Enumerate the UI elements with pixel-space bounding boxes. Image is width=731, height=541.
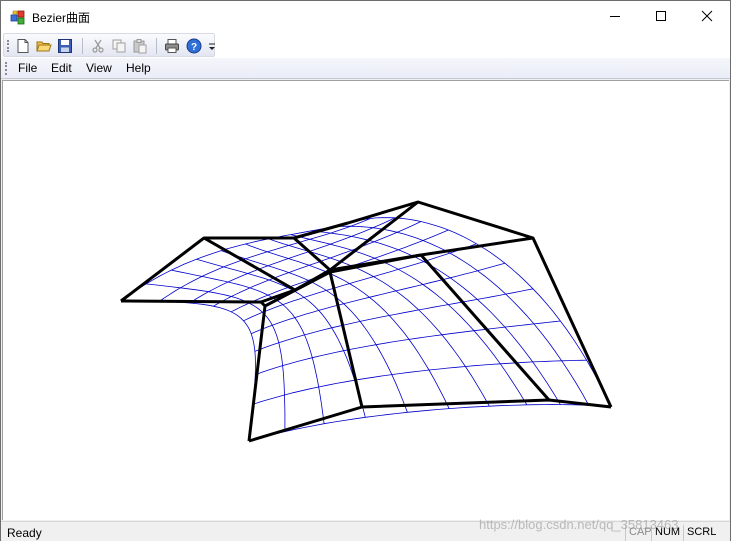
about-button[interactable]: ? [185, 37, 203, 55]
drawing-canvas[interactable] [2, 80, 729, 520]
maximize-button[interactable] [638, 1, 684, 31]
surface-isoline-u [120, 222, 349, 302]
paste-button[interactable] [131, 37, 149, 55]
paste-icon [133, 39, 147, 54]
save-button[interactable] [56, 37, 74, 55]
toolbar-separator [82, 38, 83, 54]
title-bar[interactable]: Bezier曲面 [1, 1, 730, 32]
watermark: https://blog.csdn.net/qq_35813463 [479, 517, 679, 532]
bezier-surface-drawing [120, 200, 613, 443]
menu-file-label: File [18, 61, 38, 75]
new-document-icon [17, 39, 29, 53]
menu-view-label: View [86, 61, 112, 75]
close-icon [701, 10, 713, 22]
app-window: Bezier曲面 ? File Edit View Help Ready CAP… [0, 0, 731, 541]
menu-bar: File Edit View Help [1, 58, 730, 79]
control-net-row [248, 398, 612, 443]
window-title: Bezier曲面 [32, 11, 91, 25]
menu-edit[interactable]: Edit [51, 61, 72, 75]
minimize-icon [610, 16, 620, 17]
standard-toolbar: ? [3, 33, 215, 57]
printer-icon [165, 39, 179, 53]
surface-isoline-v [120, 300, 256, 442]
control-net-column [120, 299, 267, 442]
svg-text:?: ? [191, 42, 197, 53]
maximize-icon [656, 11, 666, 21]
surface-isoline-u [255, 320, 561, 376]
scroll-lock-indicator: SCRL [683, 525, 716, 541]
toolbar-band: ? [1, 32, 730, 58]
control-net [120, 200, 613, 443]
surface-isoline-u [248, 404, 612, 442]
toolbar-grip[interactable] [7, 40, 9, 52]
menu-view[interactable]: View [86, 61, 112, 75]
copy-button[interactable] [110, 37, 128, 55]
open-button[interactable] [35, 37, 53, 55]
control-net-row [260, 200, 419, 304]
floppy-disk-icon [58, 39, 72, 53]
app-icon [10, 10, 25, 25]
print-button[interactable] [163, 37, 181, 55]
copy-icon [112, 39, 126, 53]
status-message: Ready [7, 526, 42, 540]
minimize-button[interactable] [592, 1, 638, 31]
menu-grip[interactable] [5, 62, 7, 75]
menu-edit-label: Edit [51, 61, 72, 75]
open-folder-icon [36, 41, 52, 52]
menu-help-label: Help [126, 61, 151, 75]
menu-file[interactable]: File [18, 61, 37, 75]
surface-isoline-v [171, 269, 325, 424]
toolbar-overflow-icon[interactable] [208, 42, 216, 52]
close-button[interactable] [684, 1, 730, 31]
toolbar-separator [156, 38, 157, 54]
cut-button[interactable] [89, 37, 107, 55]
control-net-row [120, 221, 349, 303]
menu-help[interactable]: Help [126, 61, 151, 75]
help-icon: ? [186, 38, 202, 54]
new-file-button[interactable] [14, 37, 32, 55]
scissors-icon [92, 39, 104, 53]
